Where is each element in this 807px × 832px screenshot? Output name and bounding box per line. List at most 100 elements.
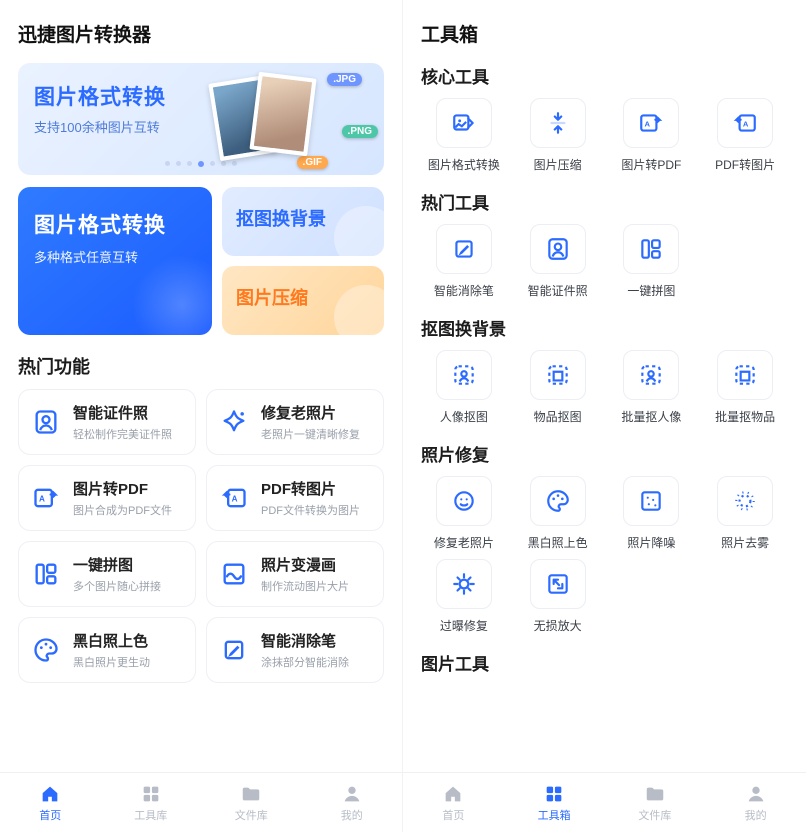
feature-card[interactable]: 图片转PDF图片合成为PDF文件 (18, 465, 196, 531)
eraser-pen-icon (436, 224, 492, 274)
section-hot-features: 热门功能 (18, 353, 384, 379)
feature-subtitle: 图片合成为PDF文件 (73, 502, 172, 518)
nav-item[interactable]: 我的 (705, 773, 806, 832)
tool-label: 照片降噪 (627, 534, 675, 551)
tile-label: 抠图换背景 (236, 209, 326, 229)
face-restore-icon (436, 476, 492, 526)
tool-item[interactable]: 无损放大 (515, 559, 601, 634)
tool-label: 人像抠图 (440, 408, 488, 425)
dot-icon[interactable] (221, 161, 226, 166)
nav-item[interactable]: 文件库 (201, 773, 302, 832)
pdf-image-icon (217, 481, 251, 515)
banner-photo-stack (214, 75, 324, 163)
collage-icon (623, 224, 679, 274)
person-frame-icon (29, 405, 63, 439)
feature-card[interactable]: 智能消除笔涂抹部分智能消除 (206, 617, 384, 683)
feature-subtitle: 老照片一键清晰修复 (261, 426, 360, 442)
promo-banner[interactable]: 图片格式转换 支持100余种图片互转 .JPG .PNG .GIF (18, 63, 384, 175)
tool-label: 物品抠图 (534, 408, 582, 425)
tool-item[interactable]: 过曝修复 (421, 559, 507, 634)
tool-item[interactable]: 物品抠图 (515, 350, 601, 425)
tool-item[interactable]: 智能证件照 (515, 224, 601, 299)
tool-item[interactable]: 人像抠图 (421, 350, 507, 425)
tile-title: 图片格式转换 (34, 209, 196, 239)
tool-label: 一键拼图 (627, 282, 675, 299)
nav-item[interactable]: 文件库 (605, 773, 706, 832)
tool-item[interactable]: 照片去雾 (702, 476, 788, 551)
feature-title: 修复老照片 (261, 402, 360, 423)
compress-icon (530, 98, 586, 148)
section-image-tools: 图片工具 (421, 650, 788, 675)
dot-icon[interactable] (176, 161, 181, 166)
tool-item[interactable]: 修复老照片 (421, 476, 507, 551)
sample-photo-icon (249, 72, 316, 156)
tile-cutout-bg[interactable]: 抠图换背景 (222, 187, 384, 256)
tool-item[interactable]: 批量抠物品 (702, 350, 788, 425)
tool-label: 智能证件照 (528, 282, 588, 299)
batch-object-icon (717, 350, 773, 400)
dot-icon[interactable] (232, 161, 237, 166)
tool-label: 智能消除笔 (434, 282, 494, 299)
object-cutout-icon (530, 350, 586, 400)
folder-icon (240, 783, 262, 805)
tool-label: PDF转图片 (715, 156, 775, 173)
nav-item[interactable]: 工具库 (101, 773, 202, 832)
tool-item[interactable]: 图片压缩 (515, 98, 601, 173)
user-icon (745, 783, 767, 805)
sparkle-bell-icon (217, 405, 251, 439)
section-cutout: 抠图换背景 (421, 315, 788, 340)
nav-label: 首页 (39, 807, 61, 823)
tool-item[interactable]: 黑白照上色 (515, 476, 601, 551)
carousel-dots[interactable] (165, 161, 237, 167)
feature-title: 一键拼图 (73, 554, 161, 575)
nav-item[interactable]: 首页 (0, 773, 101, 832)
tool-item[interactable]: 照片降噪 (609, 476, 695, 551)
feature-card[interactable]: 智能证件照轻松制作完美证件照 (18, 389, 196, 455)
bottom-nav: 首页 工具库 文件库我的 (0, 772, 402, 832)
tool-item[interactable]: 一键拼图 (609, 224, 695, 299)
tool-item[interactable]: 智能消除笔 (421, 224, 507, 299)
feature-title: 智能证件照 (73, 402, 172, 423)
tool-label: 批量抠人像 (621, 408, 681, 425)
eraser-pen-icon (217, 633, 251, 667)
feature-subtitle: 轻松制作完美证件照 (73, 426, 172, 442)
nav-label: 工具库 (134, 807, 167, 823)
nav-item[interactable]: 我的 (302, 773, 403, 832)
feature-card[interactable]: 照片变漫画制作流动图片大片 (206, 541, 384, 607)
exposure-icon (436, 559, 492, 609)
dot-icon[interactable] (198, 161, 204, 167)
bottom-nav: 首页工具箱文件库我的 (403, 772, 806, 832)
feature-card[interactable]: 修复老照片老照片一键清晰修复 (206, 389, 384, 455)
nav-item[interactable]: 工具箱 (504, 773, 605, 832)
home-icon (39, 783, 61, 805)
nav-item[interactable]: 首页 (403, 773, 504, 832)
collage-icon (29, 557, 63, 591)
feature-card[interactable]: PDF转图片PDF文件转换为图片 (206, 465, 384, 531)
tool-item[interactable]: 图片格式转换 (421, 98, 507, 173)
feature-subtitle: 制作流动图片大片 (261, 578, 349, 594)
dot-icon[interactable] (210, 161, 215, 166)
tool-label: 图片格式转换 (428, 156, 500, 173)
tool-label: 过曝修复 (440, 617, 488, 634)
folder-icon (644, 783, 666, 805)
app-title: 迅捷图片转换器 (18, 20, 384, 47)
tool-item[interactable]: PDF转图片 (702, 98, 788, 173)
convert-icon (436, 98, 492, 148)
image-pdf-icon (29, 481, 63, 515)
dot-icon[interactable] (187, 161, 192, 166)
home-icon (442, 783, 464, 805)
tool-label: 无损放大 (534, 617, 582, 634)
dot-icon[interactable] (165, 161, 170, 166)
section-repair: 照片修复 (421, 441, 788, 466)
tool-label: 批量抠物品 (715, 408, 775, 425)
tool-item[interactable]: 批量抠人像 (609, 350, 695, 425)
tile-compress[interactable]: 图片压缩 (222, 266, 384, 335)
nav-label: 我的 (341, 807, 363, 823)
feature-card[interactable]: 一键拼图多个图片随心拼接 (18, 541, 196, 607)
tool-item[interactable]: 图片转PDF (609, 98, 695, 173)
tool-label: 图片压缩 (534, 156, 582, 173)
tile-format-convert[interactable]: 图片格式转换 多种格式任意互转 (18, 187, 212, 335)
home-screen: 迅捷图片转换器 图片格式转换 支持100余种图片互转 .JPG .PNG .GI… (0, 0, 403, 832)
feature-card[interactable]: 黑白照上色黑白照片更生动 (18, 617, 196, 683)
feature-subtitle: PDF文件转换为图片 (261, 502, 360, 518)
